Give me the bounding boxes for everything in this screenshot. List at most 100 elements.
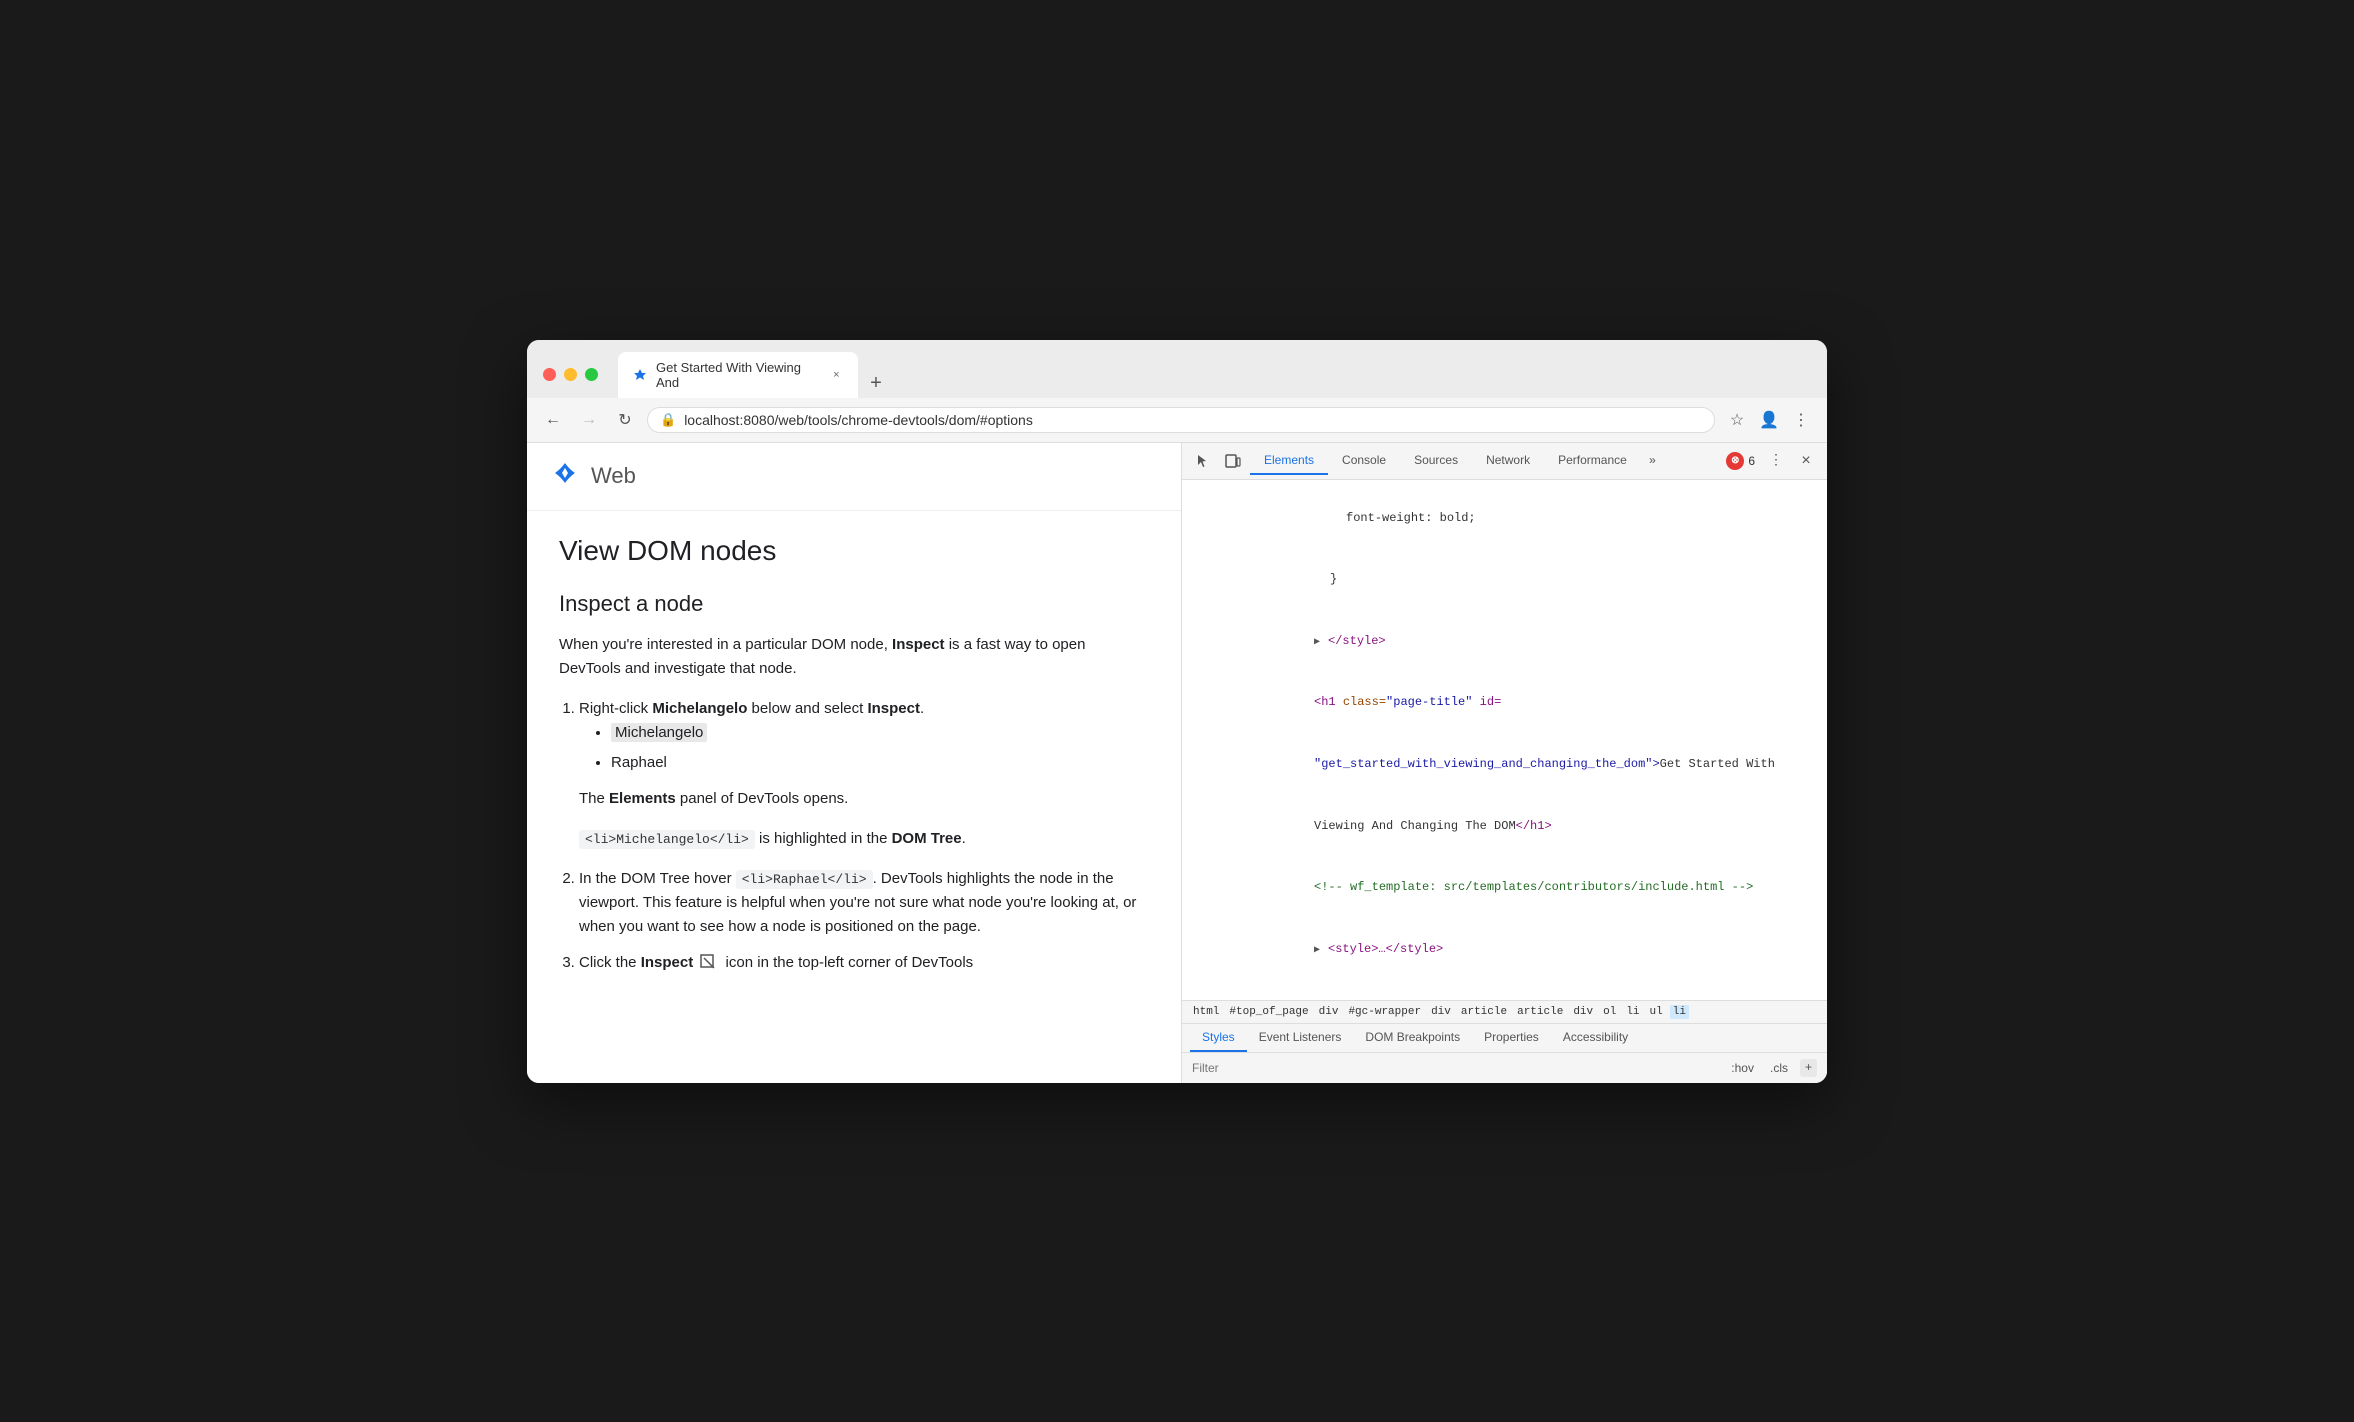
bottom-tabs: Styles Event Listeners DOM Breakpoints P… (1182, 1024, 1827, 1053)
hov-filter[interactable]: :hov (1727, 1059, 1758, 1077)
browser-window: Get Started With Viewing And × + ← → ↻ 🔒… (527, 340, 1827, 1083)
tab-performance[interactable]: Performance (1544, 447, 1641, 475)
dom-tree-bold: DOM Tree (892, 830, 962, 847)
li-michelangelo-code: <li>Michelangelo</li> (579, 830, 755, 849)
site-title: Web (591, 463, 636, 489)
browser-tab[interactable]: Get Started With Viewing And × (618, 352, 858, 398)
devtools-menu-button[interactable]: ⋮ (1763, 448, 1789, 474)
artist-michelangelo: Michelangelo (611, 721, 1149, 745)
step1-action: Inspect (867, 700, 920, 717)
forward-button[interactable]: → (575, 406, 603, 434)
intro-text-pre: When you're interested in a particular D… (559, 636, 892, 653)
minimize-button[interactable] (564, 368, 577, 381)
michelangelo-highlight: Michelangelo (611, 723, 707, 742)
tab-accessibility[interactable]: Accessibility (1551, 1024, 1640, 1052)
step2-pre: In the DOM Tree hover (579, 870, 736, 887)
collapse-triangle[interactable]: ▶ (1314, 943, 1328, 959)
breadcrumb-article1[interactable]: article (1458, 1005, 1510, 1019)
dom-text: Get Started With (1660, 757, 1775, 771)
dom-highlight-end: . (962, 830, 966, 847)
page-header: Web (527, 443, 1181, 511)
step-1: Right-click Michelangelo below and selec… (579, 697, 1149, 851)
maximize-button[interactable] (585, 368, 598, 381)
dom-tree[interactable]: font-weight: bold; } ▶</style> <h1 class… (1182, 480, 1827, 1000)
dom-text: font-weight: bold; (1346, 511, 1476, 525)
tab-title: Get Started With Viewing And (656, 360, 821, 390)
tab-properties[interactable]: Properties (1472, 1024, 1551, 1052)
reload-button[interactable]: ↻ (611, 406, 639, 434)
tab-console[interactable]: Console (1328, 447, 1400, 475)
url-text: localhost:8080/web/tools/chrome-devtools… (684, 412, 1702, 428)
dom-line: ▶</style> (1186, 611, 1823, 673)
breadcrumb-top-of-page[interactable]: #top_of_page (1226, 1005, 1311, 1019)
inspect-bold: Inspect (892, 636, 945, 653)
browser-body: Web View DOM nodes Inspect a node When y… (527, 443, 1827, 1083)
is-highlighted-text: is highlighted in the (759, 830, 892, 847)
tab-event-listeners[interactable]: Event Listeners (1247, 1024, 1354, 1052)
dom-tag: id= (1472, 695, 1501, 709)
page-subheading: Inspect a node (559, 591, 1149, 617)
tab-network[interactable]: Network (1472, 447, 1544, 475)
page-body: View DOM nodes Inspect a node When you'r… (527, 511, 1181, 1015)
step-3: Click the Inspect icon in the top-left c… (579, 951, 1149, 975)
breadcrumb-ul[interactable]: ul (1647, 1005, 1666, 1019)
back-button[interactable]: ← (539, 406, 567, 434)
tabs-area: Get Started With Viewing And × + (618, 352, 1811, 398)
inspect-element-button[interactable] (1190, 448, 1216, 474)
breadcrumb-li2[interactable]: li (1670, 1005, 1689, 1019)
page-heading: View DOM nodes (559, 535, 1149, 567)
chrome-menu-button[interactable]: ⋮ (1787, 406, 1815, 434)
artists-list: Michelangelo Raphael (611, 721, 1149, 775)
breadcrumb-ol[interactable]: ol (1600, 1005, 1619, 1019)
more-tabs-button[interactable]: » (1641, 450, 1664, 472)
filter-input[interactable] (1192, 1061, 1719, 1075)
elements-panel-text: The Elements panel of DevTools opens. (579, 787, 1149, 811)
error-icon: ⊗ (1726, 452, 1744, 470)
dom-line: ▶<section class="wf-byline" itemprop="au… (1186, 980, 1823, 1000)
dom-tag: <style>…</style> (1328, 942, 1443, 956)
devtools-tabs: Elements Console Sources Network Perform… (1250, 447, 1722, 475)
tab-close-button[interactable]: × (829, 367, 844, 383)
step3-post: icon in the top-left corner of DevTools (726, 954, 974, 971)
dom-line: } (1186, 549, 1823, 611)
dom-attr-val: "page-title" (1386, 695, 1472, 709)
breadcrumb-div2[interactable]: div (1428, 1005, 1454, 1019)
account-button[interactable]: 👤 (1755, 406, 1783, 434)
elements-bold: Elements (609, 790, 676, 807)
breadcrumb-bar: html #top_of_page div #gc-wrapper div ar… (1182, 1000, 1827, 1023)
error-count: 6 (1748, 454, 1755, 468)
close-button[interactable] (543, 368, 556, 381)
tab-dom-breakpoints[interactable]: DOM Breakpoints (1353, 1024, 1472, 1052)
devtools-close-button[interactable]: × (1793, 448, 1819, 474)
dom-highlight-text: <li>Michelangelo</li> is highlighted in … (579, 827, 1149, 851)
step3-inspect-bold: Inspect (641, 954, 694, 971)
cls-filter[interactable]: .cls (1766, 1059, 1792, 1077)
collapse-triangle[interactable]: ▶ (1314, 635, 1328, 651)
dom-line: "get_started_with_viewing_and_changing_t… (1186, 734, 1823, 796)
lock-icon: 🔒 (660, 412, 676, 428)
step-2: In the DOM Tree hover <li>Raphael</li>. … (579, 867, 1149, 939)
address-bar[interactable]: 🔒 localhost:8080/web/tools/chrome-devtoo… (647, 407, 1715, 433)
dom-attr-val: "get_started_with_viewing_and_changing_t… (1314, 757, 1660, 771)
step1-pre: Right-click (579, 700, 652, 717)
title-bar: Get Started With Viewing And × + (527, 340, 1827, 398)
nav-actions: ☆ 👤 ⋮ (1723, 406, 1815, 434)
nav-bar: ← → ↻ 🔒 localhost:8080/web/tools/chrome-… (527, 398, 1827, 443)
li-raphael-code: <li>Raphael</li> (736, 870, 873, 889)
tab-elements[interactable]: Elements (1250, 447, 1328, 475)
breadcrumb-div3[interactable]: div (1570, 1005, 1596, 1019)
error-badge: ⊗ 6 (1726, 452, 1755, 470)
devtools-toolbar: Elements Console Sources Network Perform… (1182, 443, 1827, 480)
breadcrumb-article2[interactable]: article (1514, 1005, 1566, 1019)
step1-mid: below and select (747, 700, 867, 717)
breadcrumb-li1[interactable]: li (1623, 1005, 1642, 1019)
breadcrumb-html[interactable]: html (1190, 1005, 1222, 1019)
device-mode-button[interactable] (1220, 448, 1246, 474)
breadcrumb-gc-wrapper[interactable]: #gc-wrapper (1345, 1005, 1424, 1019)
tab-sources[interactable]: Sources (1400, 447, 1472, 475)
add-style-rule-button[interactable]: + (1800, 1059, 1817, 1077)
new-tab-button[interactable]: + (862, 370, 890, 398)
tab-styles[interactable]: Styles (1190, 1024, 1247, 1052)
breadcrumb-div1[interactable]: div (1316, 1005, 1342, 1019)
bookmark-button[interactable]: ☆ (1723, 406, 1751, 434)
